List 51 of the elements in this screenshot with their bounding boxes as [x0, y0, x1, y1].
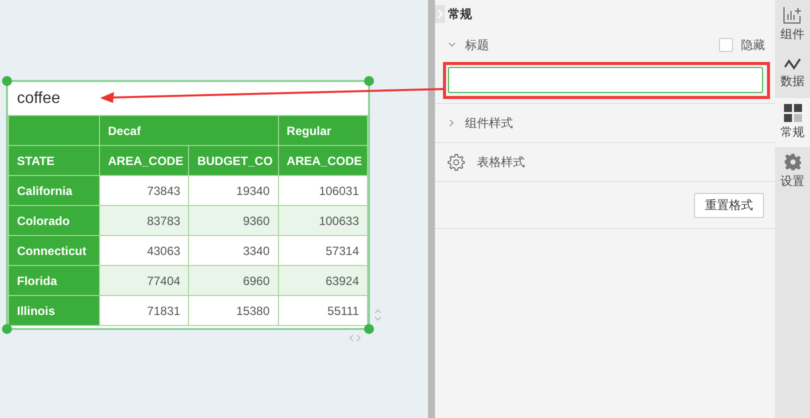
row-header-cell: Connecticut — [8, 236, 100, 266]
table-cell: 57314 — [278, 236, 368, 266]
resize-handle[interactable] — [364, 76, 374, 86]
group-header-cell: Decaf — [100, 116, 278, 146]
line-chart-icon — [782, 57, 802, 71]
side-tab[interactable]: 数据 — [775, 49, 810, 98]
side-tab[interactable]: 常规 — [775, 98, 810, 147]
side-tab[interactable]: 组件 — [775, 0, 810, 49]
collapse-icon[interactable] — [435, 5, 445, 23]
column-header-cell: BUDGET_CO — [188, 146, 278, 176]
table-cell: 43063 — [100, 236, 189, 266]
horizontal-resize-icon[interactable] — [348, 334, 362, 342]
table-cell: 106031 — [278, 176, 368, 206]
table-cell: 77404 — [100, 266, 189, 296]
table-cell: 100633 — [278, 206, 368, 236]
row-header-cell: Florida — [8, 266, 100, 296]
hide-checkbox[interactable] — [719, 38, 733, 52]
grid-icon — [784, 104, 802, 122]
table-cell: 3340 — [188, 236, 278, 266]
title-input-field[interactable] — [448, 67, 763, 93]
resize-handle[interactable] — [2, 324, 12, 334]
resize-handle[interactable] — [2, 76, 12, 86]
table-cell: 73843 — [100, 176, 189, 206]
table-cell: 6960 — [188, 266, 278, 296]
resize-handle[interactable] — [364, 324, 374, 334]
vertical-resize-icon[interactable] — [374, 308, 382, 322]
side-tab[interactable]: 设置 — [775, 147, 810, 196]
table-cell: 15380 — [188, 296, 278, 326]
settings-icon[interactable] — [447, 153, 465, 171]
widget-title: coffee — [17, 90, 60, 107]
panel-title: 常规 — [448, 6, 472, 22]
table-cell: 9360 — [188, 206, 278, 236]
section-label[interactable]: 表格样式 — [477, 154, 525, 170]
group-header-cell: Regular — [278, 116, 368, 146]
column-header-cell: AREA_CODE — [278, 146, 368, 176]
row-header-cell: Illinois — [8, 296, 100, 326]
section-label[interactable]: 组件样式 — [465, 114, 513, 132]
checkbox-label: 隐藏 — [741, 36, 765, 54]
row-header-cell: Colorado — [8, 206, 100, 236]
table-cell: 55111 — [278, 296, 368, 326]
table-cell: 71831 — [100, 296, 189, 326]
reset-format-button[interactable]: 重置格式 — [694, 193, 764, 218]
section-label: 标题 — [465, 36, 489, 54]
column-header-cell: AREA_CODE — [100, 146, 189, 176]
row-header-cell: California — [8, 176, 100, 206]
settings-icon — [784, 153, 802, 171]
table-cell: 19340 — [188, 176, 278, 206]
table-cell: 63924 — [278, 266, 368, 296]
column-header-cell: STATE — [8, 146, 100, 176]
table-cell: 83783 — [100, 206, 189, 236]
chart-add-icon — [782, 6, 802, 24]
